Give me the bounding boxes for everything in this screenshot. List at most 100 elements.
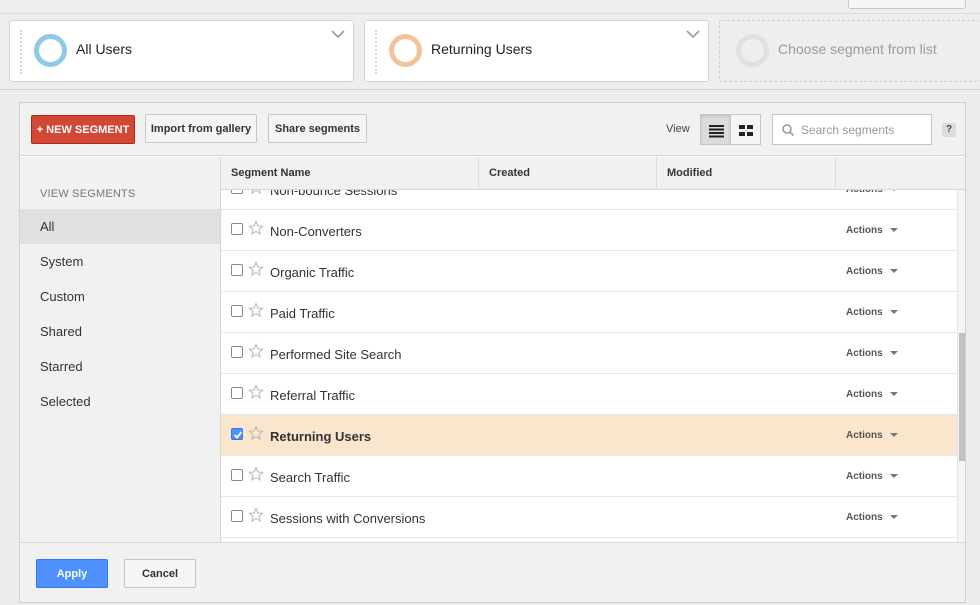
share-segments-button[interactable]: Share segments <box>268 114 367 143</box>
actions-dropdown[interactable]: Actions <box>846 471 898 482</box>
segment-name: Returning Users <box>270 429 372 444</box>
header-button[interactable] <box>848 0 966 9</box>
actions-dropdown[interactable]: Actions <box>846 225 898 236</box>
list-view-button[interactable] <box>700 114 731 145</box>
segment-card-choose[interactable]: Choose segment from list <box>719 20 980 82</box>
sidebar-item-custom[interactable]: Custom <box>20 279 220 314</box>
row-checkbox[interactable] <box>231 346 243 358</box>
actions-label: Actions <box>846 471 883 482</box>
table-row[interactable]: Performed Site Search Actions <box>221 333 957 374</box>
import-from-gallery-button[interactable]: Import from gallery <box>145 114 257 143</box>
row-checkbox[interactable] <box>231 428 243 440</box>
actions-label: Actions <box>846 190 883 195</box>
scrollbar-thumb[interactable] <box>959 333 965 461</box>
actions-label: Actions <box>846 266 883 277</box>
row-checkbox[interactable] <box>231 223 243 235</box>
drag-handle-icon[interactable] <box>375 30 378 74</box>
list-view-icon <box>709 125 724 138</box>
drag-handle-icon[interactable] <box>20 30 23 74</box>
scrollbar-track[interactable] <box>957 190 965 542</box>
actions-dropdown[interactable]: Actions <box>846 512 898 523</box>
segment-bar: All Users Returning Users Choose segment… <box>0 0 980 90</box>
column-header-created[interactable]: Created <box>479 157 657 190</box>
actions-dropdown[interactable]: Actions <box>846 430 898 441</box>
help-icon[interactable]: ? <box>942 123 956 137</box>
table-row[interactable]: Returning Users Actions <box>221 415 957 456</box>
actions-dropdown[interactable]: Actions <box>846 190 898 195</box>
grid-view-button[interactable] <box>730 114 761 145</box>
segment-card-label: All Users <box>76 41 133 57</box>
segment-card-label: Choose segment from list <box>778 41 937 57</box>
caret-down-icon <box>889 392 898 396</box>
chevron-down-icon[interactable] <box>686 27 700 41</box>
caret-down-icon <box>889 310 898 314</box>
table-row[interactable]: Paid Traffic Actions <box>221 292 957 333</box>
table-row[interactable]: Referral Traffic Actions <box>221 374 957 415</box>
segment-ring-icon <box>389 34 422 67</box>
search-icon <box>782 124 795 137</box>
report-header-strip <box>0 0 980 14</box>
chevron-down-icon[interactable] <box>331 27 345 41</box>
segments-table: Segment Name Created Modified Non-bounce… <box>221 157 965 542</box>
row-checkbox[interactable] <box>231 190 243 194</box>
segment-card-returning-users[interactable]: Returning Users <box>364 20 709 82</box>
segment-name: Paid Traffic <box>270 306 335 321</box>
table-row[interactable]: Organic Traffic Actions <box>221 251 957 292</box>
caret-down-icon <box>889 351 898 355</box>
actions-label: Actions <box>846 225 883 236</box>
row-checkbox[interactable] <box>231 305 243 317</box>
table-row[interactable]: Non-Converters Actions <box>221 210 957 251</box>
segment-name: Non-bounce Sessions <box>270 190 398 198</box>
new-segment-button[interactable]: + NEW SEGMENT <box>31 115 135 144</box>
caret-down-icon <box>889 433 898 437</box>
caret-down-icon <box>889 515 898 519</box>
table-header: Segment Name Created Modified <box>221 157 965 190</box>
actions-dropdown[interactable]: Actions <box>846 348 898 359</box>
segment-name: Sessions with Conversions <box>270 511 426 526</box>
caret-down-icon <box>889 269 898 273</box>
table-row[interactable]: Search Traffic Actions <box>221 456 957 497</box>
search-box <box>772 114 932 145</box>
sidebar-item-selected[interactable]: Selected <box>20 384 220 419</box>
caret-down-icon <box>889 474 898 478</box>
actions-dropdown[interactable]: Actions <box>846 307 898 318</box>
table-body: Non-bounce SessionsActionsNon-Converters… <box>221 190 957 542</box>
checkmark-icon <box>233 431 243 439</box>
column-header-segment-name[interactable]: Segment Name <box>221 157 479 190</box>
view-label: View <box>666 123 690 135</box>
segment-card-label: Returning Users <box>431 41 533 57</box>
apply-button[interactable]: Apply <box>36 559 108 588</box>
actions-dropdown[interactable]: Actions <box>846 389 898 400</box>
segment-name: Search Traffic <box>270 470 350 485</box>
table-row[interactable]: Non-bounce Sessions Actions <box>221 190 957 210</box>
sidebar: VIEW SEGMENTS All System Custom Shared S… <box>20 157 221 542</box>
footer: Apply Cancel <box>20 542 965 602</box>
table-row[interactable]: Sessions with Conversions Actions <box>221 497 957 538</box>
actions-label: Actions <box>846 348 883 359</box>
search-input[interactable] <box>801 120 927 140</box>
sidebar-heading: VIEW SEGMENTS <box>40 188 136 200</box>
segment-name: Organic Traffic <box>270 265 355 280</box>
segment-ring-icon <box>34 34 67 67</box>
row-checkbox[interactable] <box>231 469 243 481</box>
column-header-modified[interactable]: Modified <box>657 157 836 190</box>
segment-card-all-users[interactable]: All Users <box>9 20 354 82</box>
actions-dropdown[interactable]: Actions <box>846 266 898 277</box>
row-checkbox[interactable] <box>231 510 243 522</box>
sidebar-item-all[interactable]: All <box>20 209 220 244</box>
row-checkbox[interactable] <box>231 387 243 399</box>
caret-down-icon <box>889 228 898 232</box>
sidebar-item-system[interactable]: System <box>20 244 220 279</box>
sidebar-item-shared[interactable]: Shared <box>20 314 220 349</box>
cancel-button[interactable]: Cancel <box>124 559 196 588</box>
grid-view-icon <box>739 125 753 136</box>
segment-name: Referral Traffic <box>270 388 356 403</box>
actions-label: Actions <box>846 512 883 523</box>
row-checkbox[interactable] <box>231 264 243 276</box>
segment-name: Non-Converters <box>270 224 362 239</box>
actions-label: Actions <box>846 307 883 318</box>
caret-down-icon <box>889 190 898 191</box>
sidebar-item-starred[interactable]: Starred <box>20 349 220 384</box>
segment-ring-icon <box>736 34 769 67</box>
actions-label: Actions <box>846 430 883 441</box>
